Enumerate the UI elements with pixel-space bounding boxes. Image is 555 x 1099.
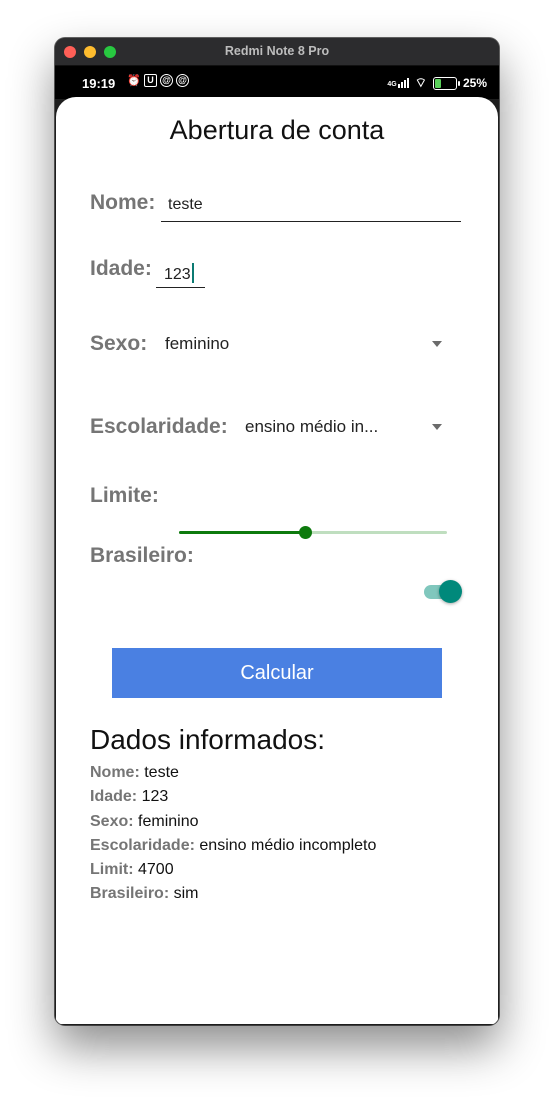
sync-icon: @: [160, 74, 173, 87]
summary-key: Idade:: [90, 788, 138, 806]
summary-value: 4700: [138, 861, 174, 879]
summary-value: ensino médio incompleto: [199, 836, 377, 854]
escolaridade-dropdown[interactable]: ensino médio in...: [241, 410, 446, 444]
summary-key: Sexo:: [90, 812, 134, 830]
signal-icon: 4G: [387, 78, 409, 88]
summary-row: Idade: 123: [90, 785, 376, 809]
window-title: Redmi Note 8 Pro: [224, 44, 330, 58]
brasileiro-label: Brasileiro:: [90, 544, 194, 567]
summary-key: Nome:: [90, 764, 140, 781]
sexo-dropdown[interactable]: feminino: [156, 327, 446, 361]
summary-row: Limit: 4700: [90, 858, 376, 882]
status-time: 19:19: [82, 76, 116, 91]
window-title-bar: Redmi Note 8 Pro: [55, 38, 499, 66]
emulator-window: Redmi Note 8 Pro 19:19 ⏰ U @ @ 4G ⌔ 25% …: [55, 38, 499, 1025]
app-screen: Abertura de conta Nome: teste Idade: 123…: [56, 97, 498, 1024]
summary-key: Escolaridade:: [90, 836, 195, 854]
summary-row: Nome: teste: [90, 761, 376, 785]
summary-value: feminino: [138, 812, 199, 830]
brasileiro-switch[interactable]: [422, 580, 466, 606]
page-title: Abertura de conta: [169, 115, 385, 145]
summary-value: sim: [173, 885, 199, 903]
nome-input-value[interactable]: teste: [168, 196, 203, 214]
summary-list: Nome: teste Idade: 123 Sexo: feminino Es…: [90, 761, 376, 907]
summary-key: Limit:: [90, 861, 134, 879]
chevron-down-icon: [432, 424, 442, 430]
summary-title: Dados informados:: [90, 724, 326, 755]
wifi-icon: ⌔: [414, 75, 427, 90]
slider-active-track: [179, 531, 305, 534]
summary-row: Escolaridade: ensino médio incompleto: [90, 834, 376, 858]
summary-value: teste: [144, 764, 179, 781]
summary-row: Brasileiro: sim: [90, 882, 376, 906]
escolaridade-dropdown-value: ensino médio in...: [245, 417, 379, 436]
chevron-down-icon: [432, 341, 442, 347]
summary-row: Sexo: feminino: [90, 810, 376, 834]
sexo-dropdown-value: feminino: [165, 334, 230, 353]
summary-value: 123: [141, 788, 169, 806]
sync-icon-2: @: [176, 74, 189, 87]
idade-label: Idade:: [90, 257, 152, 280]
text-cursor: [191, 263, 194, 283]
idade-input[interactable]: [156, 287, 205, 288]
nome-label: Nome:: [90, 191, 156, 214]
android-status-bar: 19:19 ⏰ U @ @ 4G ⌔ 25%: [55, 66, 499, 99]
summary-key: Brasileiro:: [90, 885, 170, 903]
sexo-label: Sexo:: [90, 332, 148, 355]
nome-input[interactable]: [161, 221, 461, 222]
switch-thumb: [439, 580, 462, 603]
u-app-icon: U: [144, 74, 157, 87]
calcular-button[interactable]: Calcular: [112, 648, 442, 698]
idade-input-value[interactable]: 123: [164, 263, 194, 284]
alarm-icon: ⏰: [127, 75, 141, 87]
battery-percentage: 25%: [462, 76, 487, 90]
notification-icons: ⏰ U @ @: [127, 74, 189, 88]
limite-label: Limite:: [90, 484, 159, 507]
system-icons: 4G ⌔ 25%: [387, 75, 487, 91]
escolaridade-label: Escolaridade:: [90, 415, 228, 438]
limite-slider[interactable]: [179, 526, 447, 539]
slider-thumb[interactable]: [298, 526, 312, 539]
battery-icon: [432, 76, 460, 90]
